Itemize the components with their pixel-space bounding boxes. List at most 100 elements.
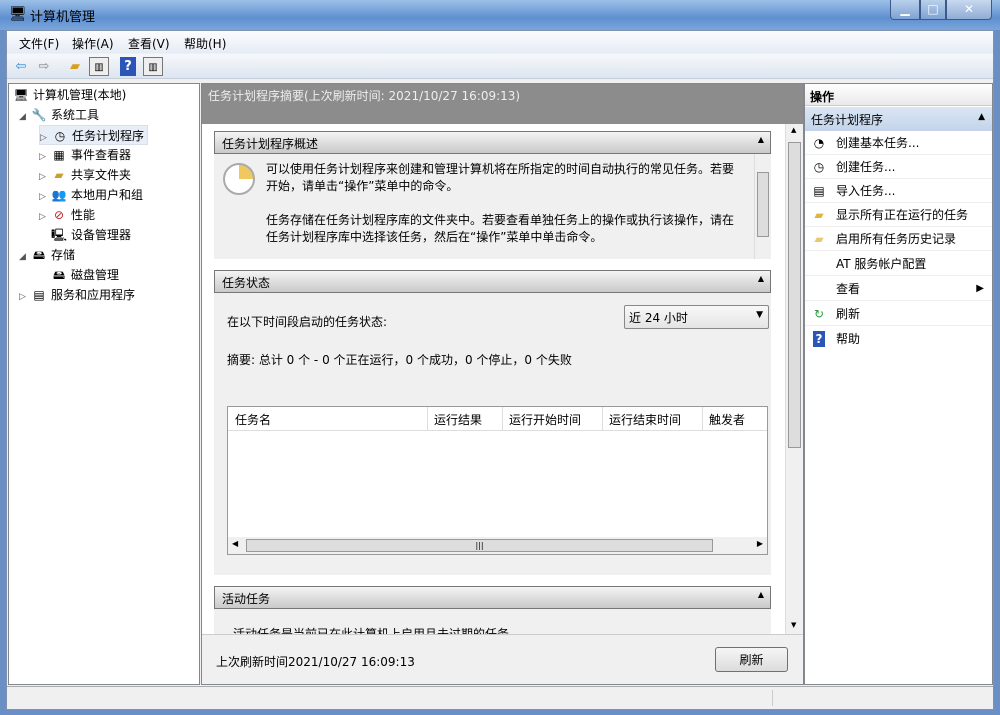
action-import-task[interactable]: ▤导入任务...: [805, 179, 992, 203]
collapsed-arrow-icon[interactable]: ▷: [19, 287, 31, 307]
action-show-running-tasks[interactable]: ▰显示所有正在运行的任务: [805, 203, 992, 227]
active-section-body: 活动任务是当前已在此计算机上启用且未过期的任务。: [214, 609, 771, 634]
collapse-icon[interactable]: ▲: [758, 590, 764, 599]
collapsed-arrow-icon[interactable]: ▷: [39, 207, 51, 227]
scroll-thumb[interactable]: [757, 172, 769, 237]
scroll-up-icon[interactable]: ▲: [791, 126, 796, 134]
action-at-service-config[interactable]: AT 服务帐户配置: [805, 252, 992, 276]
action-view[interactable]: 查看▶: [805, 277, 992, 301]
menu-view[interactable]: 查看(V): [128, 35, 170, 52]
status-bar: [7, 686, 993, 709]
column-task-name[interactable]: 任务名: [228, 407, 428, 430]
summary-footer: 上次刷新时间2021/10/27 16:09:13 刷新: [202, 634, 803, 684]
back-icon[interactable]: ⇦: [11, 57, 31, 76]
tree-item-system-tools[interactable]: ◢🔧系统工具: [19, 105, 99, 125]
minimize-button[interactable]: ▁: [890, 0, 920, 20]
summary-scrollbar[interactable]: ▲ ▼: [785, 124, 803, 634]
column-triggered-by[interactable]: 触发者: [703, 407, 767, 430]
collapsed-arrow-icon[interactable]: ▷: [39, 167, 51, 187]
create-task-icon: ◷: [811, 155, 827, 179]
refresh-button[interactable]: 刷新: [715, 647, 788, 672]
period-dropdown[interactable]: 近 24 小时▼: [624, 305, 769, 329]
tree-item-shared-folders[interactable]: ▷▰共享文件夹: [39, 165, 131, 185]
disk-icon: 🖴: [51, 265, 67, 285]
scroll-down-icon[interactable]: ▼: [791, 621, 796, 629]
tree-item-device-manager[interactable]: 🖳设备管理器: [51, 225, 131, 245]
basic-task-icon: ◔: [811, 131, 827, 155]
status-section-header[interactable]: 任务状态▲: [214, 270, 771, 293]
table-hscrollbar[interactable]: ◀ ||| ▶: [228, 537, 767, 554]
expanded-arrow-icon[interactable]: ◢: [19, 107, 31, 127]
period-label: 在以下时间段启动的任务状态:: [227, 313, 387, 330]
expanded-arrow-icon[interactable]: ◢: [19, 247, 31, 267]
menu-file[interactable]: 文件(F): [19, 35, 59, 52]
overview-section-header[interactable]: 任务计划程序概述▲: [214, 131, 771, 154]
summary-content: 任务计划程序概述▲ 可以使用任务计划程序来创建和管理计算机将在所指定的时间自动执…: [202, 124, 785, 634]
import-task-icon: ▤: [811, 179, 827, 203]
collapse-icon[interactable]: ▲: [758, 274, 764, 283]
actions-title: 操作: [805, 84, 992, 106]
clock-icon: [223, 163, 255, 195]
collapse-icon[interactable]: ▲: [758, 135, 764, 144]
action-refresh[interactable]: ↻刷新: [805, 302, 992, 326]
action-create-basic-task[interactable]: ◔创建基本任务...: [805, 131, 992, 155]
action-pane-icon[interactable]: ▥: [143, 57, 163, 76]
close-button[interactable]: ✕: [946, 0, 992, 20]
console-tree-icon[interactable]: ▥: [89, 57, 109, 76]
title-bar: 🖥 计算机管理 ▁ □ ✕: [0, 0, 1000, 30]
table-header: 任务名 运行结果 运行开始时间 运行结束时间 触发者: [228, 407, 767, 431]
summary-pane: 任务计划程序摘要(上次刷新时间: 2021/10/27 16:09:13) 任务…: [201, 83, 804, 685]
active-tasks-description: 活动任务是当前已在此计算机上启用且未过期的任务。: [233, 625, 521, 634]
toolbar: ⇦ ⇨ ▰ ▥ ? ▥: [7, 54, 993, 79]
performance-icon: ⊘: [51, 205, 67, 225]
forward-icon[interactable]: ⇨: [34, 57, 54, 76]
folder-icon: ▰: [811, 203, 827, 227]
scroll-right-icon[interactable]: ▶: [757, 539, 763, 548]
folder-icon: ▰: [811, 227, 827, 251]
event-viewer-icon: ▦: [51, 145, 67, 165]
window-title: 计算机管理: [30, 6, 95, 25]
scroll-thumb[interactable]: [788, 142, 801, 448]
action-create-task[interactable]: ◷创建任务...: [805, 155, 992, 179]
collapsed-arrow-icon[interactable]: ▷: [39, 147, 51, 167]
status-section-body: 在以下时间段启动的任务状态: 近 24 小时▼ 摘要: 总计 0 个 - 0 个…: [214, 293, 771, 575]
tree-item-task-scheduler[interactable]: ▷◷任务计划程序: [39, 125, 148, 145]
menu-action[interactable]: 操作(A): [72, 35, 114, 52]
help-icon: ?: [813, 331, 825, 347]
tree-item-event-viewer[interactable]: ▷▦事件查看器: [39, 145, 131, 165]
storage-icon: 🖴: [31, 245, 47, 265]
tree-item-performance[interactable]: ▷⊘性能: [39, 205, 95, 225]
tree-item-storage[interactable]: ◢🖴存储: [19, 245, 75, 265]
computer-management-icon: 🖥: [9, 6, 27, 22]
tree-item-local-users[interactable]: ▷👥本地用户和组: [39, 185, 143, 205]
action-help[interactable]: ?帮助: [805, 327, 992, 351]
up-folder-icon[interactable]: ▰: [65, 57, 85, 76]
column-start-time[interactable]: 运行开始时间: [503, 407, 603, 430]
overview-scrollbar[interactable]: [754, 154, 771, 259]
summary-header: 任务计划程序摘要(上次刷新时间: 2021/10/27 16:09:13): [202, 84, 803, 124]
device-manager-icon: 🖳: [51, 225, 67, 245]
tree-root[interactable]: 🖥计算机管理(本地): [13, 85, 126, 105]
window-frame: 文件(F) 操作(A) 查看(V) 帮助(H) ⇦ ⇨ ▰ ▥ ? ▥ 🖥计算机…: [6, 30, 994, 710]
maximize-button[interactable]: □: [920, 0, 946, 20]
help-icon[interactable]: ?: [120, 57, 136, 76]
status-divider: [772, 690, 773, 706]
active-section-header[interactable]: 活动任务▲: [214, 586, 771, 609]
overview-paragraph-1: 可以使用任务计划程序来创建和管理计算机将在所指定的时间自动执行的常见任务。若要开…: [266, 161, 736, 195]
last-refresh-text: 上次刷新时间2021/10/27 16:09:13: [216, 653, 415, 670]
column-end-time[interactable]: 运行结束时间: [603, 407, 703, 430]
overview-paragraph-2: 任务存储在任务计划程序库的文件夹中。若要查看单独任务上的操作或执行该操作，请在任…: [266, 212, 736, 246]
console-tree: 🖥计算机管理(本地) ◢🔧系统工具 ▷◷任务计划程序 ▷▦事件查看器 ▷▰共享文…: [8, 83, 200, 685]
overview-section-body: 可以使用任务计划程序来创建和管理计算机将在所指定的时间自动执行的常见任务。若要开…: [214, 154, 771, 259]
scroll-left-icon[interactable]: ◀: [232, 539, 238, 548]
action-enable-history[interactable]: ▰启用所有任务历史记录: [805, 227, 992, 251]
tree-item-services-apps[interactable]: ▷▤服务和应用程序: [19, 285, 135, 305]
tree-item-disk-management[interactable]: 🖴磁盘管理: [51, 265, 119, 285]
collapsed-arrow-icon[interactable]: ▷: [39, 187, 51, 207]
actions-section-header[interactable]: 任务计划程序▲: [805, 107, 992, 131]
scroll-thumb[interactable]: |||: [246, 539, 713, 552]
refresh-icon: ↻: [811, 302, 827, 326]
menu-help[interactable]: 帮助(H): [184, 35, 226, 52]
column-result[interactable]: 运行结果: [428, 407, 503, 430]
collapse-icon[interactable]: ▲: [978, 112, 985, 122]
